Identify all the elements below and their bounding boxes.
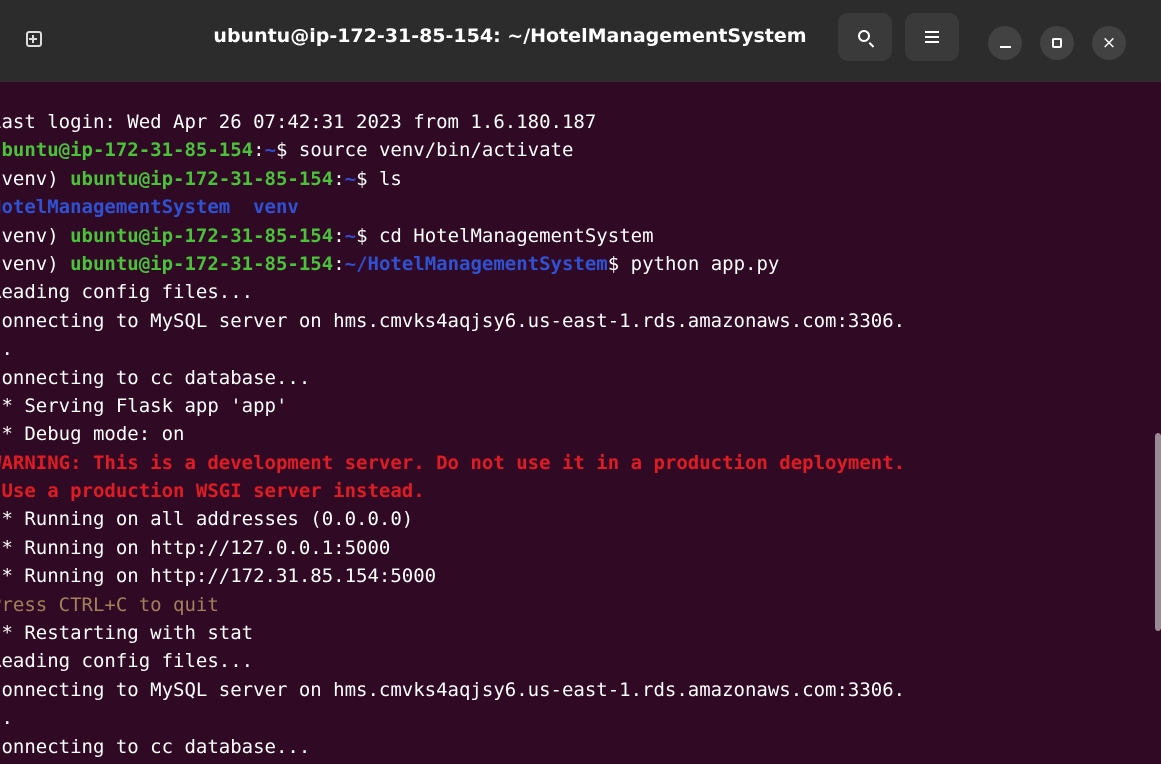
terminal-line: * Restarting with stat	[0, 619, 1160, 647]
terminal-text: Connecting to cc database...	[0, 366, 311, 389]
terminal-text: ~/HotelManagementSystem	[344, 252, 608, 275]
new-tab-icon	[26, 31, 42, 47]
terminal-line: * Running on all addresses (0.0.0.0)	[0, 505, 1160, 533]
terminal-text: $ cd HotelManagementSystem	[356, 224, 654, 247]
terminal-text: :	[333, 224, 345, 247]
terminal-text: ..	[0, 707, 13, 730]
terminal-text: ~	[344, 167, 357, 190]
terminal-text: ubuntu@ip-172-31-85-154	[70, 224, 334, 247]
scrollbar[interactable]	[1155, 433, 1161, 631]
terminal-line: * Running on http://172.31.85.154:5000	[0, 562, 1160, 590]
terminal-text: * Running on http://127.0.0.1:5000	[0, 536, 391, 559]
terminal-line: (venv) ubuntu@ip-172-31-85-154:~/HotelMa…	[0, 250, 1160, 278]
terminal-text: (venv)	[0, 167, 59, 190]
terminal-output[interactable]: Last login: Wed Apr 26 07:42:31 2023 fro…	[0, 108, 1160, 761]
terminal-text: $ python app.py	[607, 252, 780, 275]
terminal-text: Last login: Wed Apr 26 07:42:31 2023 fro…	[0, 111, 597, 133]
new-tab-button[interactable]	[12, 17, 56, 61]
terminal-text: * Running on all addresses (0.0.0.0)	[0, 508, 414, 531]
terminal-text: (venv)	[0, 224, 59, 247]
terminal-line: Connecting to cc database...	[0, 733, 1160, 761]
terminal-text: * Running on http://172.31.85.154:5000	[0, 565, 437, 588]
terminal-text: $ source venv/bin/activate	[276, 139, 574, 162]
terminal-text: Reading config files...	[0, 281, 254, 304]
terminal-text: $ ls	[356, 167, 402, 190]
minimize-button[interactable]	[988, 26, 1022, 60]
terminal-line: ubuntu@ip-172-31-85-154:~$ source venv/b…	[0, 136, 1160, 164]
terminal-text: WARNING: This is a development server. D…	[0, 451, 906, 474]
terminal-text: ~	[264, 139, 277, 162]
search-button[interactable]	[838, 13, 892, 61]
terminal-text: HotelManagementSystem	[0, 196, 231, 219]
terminal-text: :	[253, 139, 265, 162]
terminal-text: * Serving Flask app 'app'	[0, 394, 288, 417]
title-bar[interactable]: ubuntu@ip-172-31-85-154: ~/HotelManageme…	[0, 0, 1161, 82]
close-button[interactable]: ×	[1092, 26, 1126, 60]
terminal-line: Connecting to MySQL server on hms.cmvks4…	[0, 676, 1160, 704]
terminal-text: :	[333, 252, 345, 275]
terminal-line: ..	[0, 704, 1160, 732]
terminal-line: Press CTRL+C to quit	[0, 591, 1160, 619]
terminal-line: ..	[0, 335, 1160, 363]
terminal-text: ~	[344, 224, 357, 247]
terminal-line: Last login: Wed Apr 26 07:42:31 2023 fro…	[0, 108, 1160, 136]
window-title: ubuntu@ip-172-31-85-154: ~/HotelManageme…	[213, 25, 807, 47]
terminal-text: ..	[0, 338, 13, 361]
terminal-line: Reading config files...	[0, 647, 1160, 675]
close-icon: ×	[1101, 33, 1117, 53]
terminal-window: ubuntu@ip-172-31-85-154: ~/HotelManageme…	[0, 0, 1161, 764]
terminal-line: Use a production WSGI server instead.	[0, 477, 1160, 505]
maximize-button[interactable]	[1040, 26, 1074, 60]
terminal-text: ubuntu@ip-172-31-85-154	[70, 252, 334, 275]
search-icon	[857, 29, 870, 42]
terminal-text: venv	[253, 196, 299, 219]
terminal-line: * Serving Flask app 'app'	[0, 392, 1160, 420]
terminal-text: Connecting to MySQL server on hms.cmvks4…	[0, 309, 906, 332]
terminal-line: (venv) ubuntu@ip-172-31-85-154:~$ cd Hot…	[0, 222, 1160, 250]
terminal-text: Connecting to cc database...	[0, 735, 311, 758]
menu-button[interactable]	[905, 13, 959, 61]
terminal-text: Reading config files...	[0, 650, 254, 673]
hamburger-menu-icon	[925, 31, 939, 43]
terminal-line: WARNING: This is a development server. D…	[0, 449, 1160, 477]
terminal-text: Press CTRL+C to quit	[0, 593, 219, 616]
terminal-line: Connecting to cc database...	[0, 364, 1160, 392]
maximize-icon	[1052, 38, 1062, 48]
terminal-line: * Running on http://127.0.0.1:5000	[0, 534, 1160, 562]
minimize-icon	[999, 46, 1011, 48]
terminal-text: Use a production WSGI server instead.	[0, 480, 425, 503]
terminal-text: :	[333, 167, 345, 190]
terminal-line: * Debug mode: on	[0, 420, 1160, 448]
terminal-text: * Restarting with stat	[0, 622, 254, 645]
terminal-line: Reading config files...	[0, 278, 1160, 306]
terminal-line: (venv) ubuntu@ip-172-31-85-154:~$ ls	[0, 165, 1160, 193]
terminal-text: (venv)	[0, 252, 59, 275]
terminal-line: Connecting to MySQL server on hms.cmvks4…	[0, 307, 1160, 335]
terminal-text: ubuntu@ip-172-31-85-154	[0, 139, 254, 162]
terminal-text: * Debug mode: on	[0, 423, 185, 446]
terminal-text: Connecting to MySQL server on hms.cmvks4…	[0, 678, 906, 701]
terminal-text: ubuntu@ip-172-31-85-154	[70, 167, 334, 190]
terminal-line: HotelManagementSystem venv	[0, 193, 1160, 221]
